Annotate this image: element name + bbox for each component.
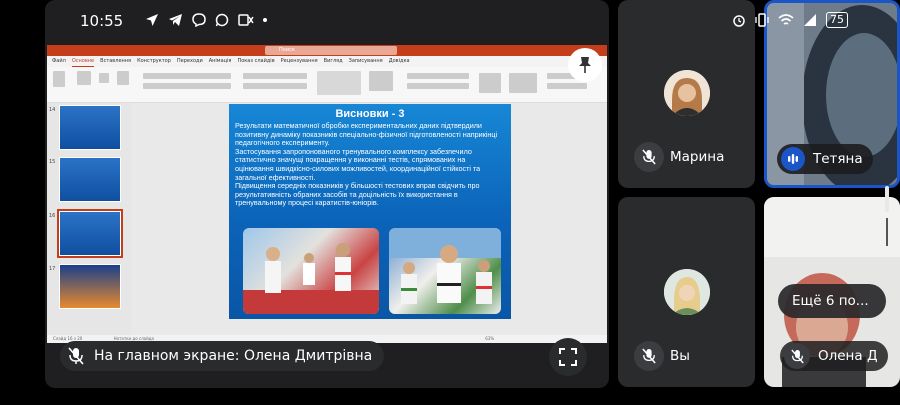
slide-thumbnail-14[interactable] bbox=[59, 105, 121, 150]
speaking-indicator bbox=[781, 147, 805, 171]
location-arrow-icon bbox=[146, 14, 158, 26]
shared-screen-tile[interactable]: Поиск Файл Основне Вставлення Конструктор Пе… bbox=[45, 0, 609, 388]
system-icons: 75 bbox=[732, 12, 848, 28]
slide-thumbnail-17[interactable] bbox=[59, 264, 121, 309]
participant-name-pill: Тетяна bbox=[777, 144, 873, 174]
status-bar: 10:55 75 bbox=[0, 0, 900, 42]
thumbnail-number: 14 bbox=[49, 107, 56, 113]
mic-off-icon bbox=[68, 347, 84, 365]
ribbon-tab[interactable]: Показ слайдів bbox=[237, 56, 274, 67]
ribbon-tab[interactable]: Вставлення bbox=[100, 56, 131, 67]
scrollbar-thumb[interactable] bbox=[885, 186, 889, 212]
mic-off-indicator bbox=[634, 341, 664, 371]
signal-icon bbox=[804, 14, 816, 26]
participant-name-pill: Олена Д bbox=[780, 341, 888, 371]
karate-photo-1 bbox=[243, 228, 379, 314]
mic-off-icon bbox=[642, 149, 656, 165]
sim-card-icon bbox=[238, 14, 254, 26]
avatar bbox=[664, 269, 710, 315]
thumbnail-number: 15 bbox=[49, 159, 56, 165]
fullscreen-button[interactable] bbox=[549, 338, 587, 376]
ribbon-tab[interactable]: Основне bbox=[71, 56, 95, 67]
current-slide: Висновки - 3 Результати математичної обр… bbox=[229, 104, 511, 319]
slide-thumbnail-15[interactable] bbox=[59, 157, 121, 202]
slide-thumbnails-pane: 14 15 16 17 bbox=[47, 103, 131, 343]
avatar bbox=[664, 70, 710, 116]
ribbon-tabs: Файл Основне Вставлення Конструктор Переходи… bbox=[47, 56, 607, 67]
ribbon-toolbar bbox=[47, 67, 607, 103]
more-participants-button[interactable]: Ещё 6 по... bbox=[778, 284, 886, 318]
participant-name: Вы bbox=[670, 348, 690, 364]
clock: 10:55 bbox=[80, 12, 124, 30]
mic-off-indicator bbox=[634, 142, 664, 172]
thumbnail-number: 17 bbox=[49, 266, 56, 272]
pin-icon bbox=[579, 57, 591, 73]
ribbon-tab[interactable]: Вигляд bbox=[324, 56, 343, 67]
participant-name: Олена Д bbox=[818, 348, 878, 364]
ribbon-tab[interactable]: Рецензування bbox=[281, 56, 318, 67]
powerpoint-title-bar: Поиск bbox=[47, 45, 607, 56]
fullscreen-icon bbox=[559, 348, 577, 366]
powerpoint-search-box: Поиск bbox=[265, 46, 397, 55]
participant-name: Тетяна bbox=[813, 151, 863, 167]
video-call-screen: 10:55 75 Поиск Файл Основне Вставлення Конс… bbox=[0, 0, 900, 405]
ribbon-tab[interactable]: Конструктор bbox=[137, 56, 171, 67]
thumbnail-number: 16 bbox=[49, 213, 56, 219]
telegram-icon bbox=[169, 14, 182, 26]
pin-button[interactable] bbox=[568, 48, 602, 82]
alarm-icon bbox=[733, 15, 745, 27]
slide-title: Висновки - 3 bbox=[335, 108, 405, 120]
scrollbar-track[interactable] bbox=[886, 218, 888, 246]
vibrate-icon bbox=[755, 13, 769, 27]
battery-icon: 75 bbox=[826, 12, 848, 28]
whatsapp-icon bbox=[215, 13, 229, 27]
karate-photo-2 bbox=[389, 228, 501, 314]
mic-off-icon bbox=[642, 348, 656, 364]
participant-tile-self[interactable]: Вы bbox=[618, 197, 755, 387]
presenter-label: На главном экране: Олена Дмитрівна bbox=[60, 341, 385, 371]
zoom-level: 63% bbox=[485, 336, 495, 341]
ribbon-tab[interactable]: Файл bbox=[52, 56, 66, 67]
ribbon-tab[interactable]: Довідка bbox=[389, 56, 410, 67]
viber-icon bbox=[192, 13, 206, 27]
wifi-icon bbox=[778, 14, 794, 25]
mic-off-indicator bbox=[784, 343, 810, 369]
notification-icons bbox=[145, 13, 267, 27]
ribbon-tab[interactable]: Анімація bbox=[209, 56, 232, 67]
slide-thumbnail-16[interactable] bbox=[57, 209, 123, 258]
audio-wave-icon bbox=[788, 154, 798, 164]
dot-icon bbox=[263, 18, 267, 22]
presenter-name: На главном экране: Олена Дмитрівна bbox=[94, 348, 373, 364]
ribbon-tab[interactable]: Записування bbox=[349, 56, 383, 67]
slide-body-text: Результати математичної обробки експерим… bbox=[235, 121, 498, 208]
mic-off-icon bbox=[790, 349, 804, 363]
ribbon-tab[interactable]: Переходи bbox=[177, 56, 203, 67]
participant-name: Марина bbox=[670, 149, 725, 165]
